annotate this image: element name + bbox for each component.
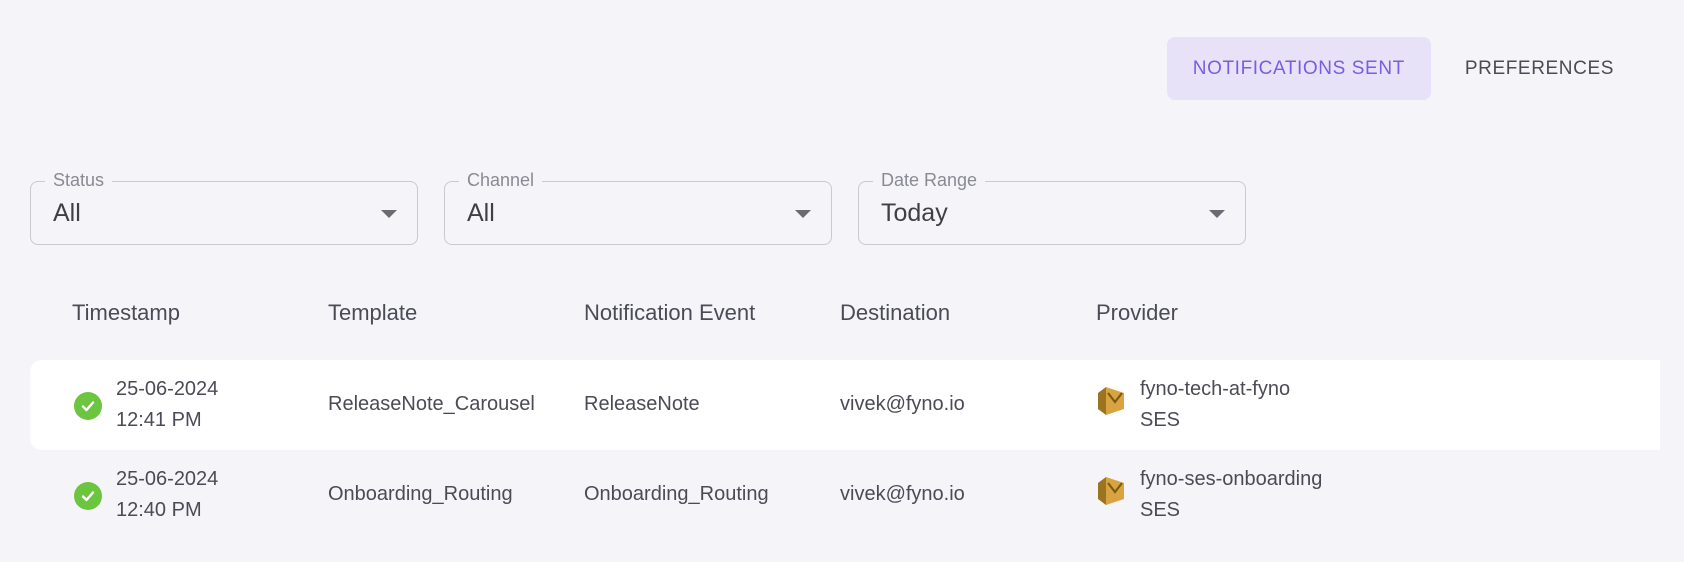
date-range-filter[interactable]: Date Range Today bbox=[858, 170, 1246, 245]
channel-filter-label: Channel bbox=[459, 170, 543, 191]
provider-type: SES bbox=[1140, 409, 1181, 431]
status-filter-label: Status bbox=[45, 170, 113, 191]
event-cell: ReleaseNote bbox=[584, 393, 700, 415]
caret-down-icon bbox=[381, 210, 397, 218]
provider-name: fyno-tech-at-fyno bbox=[1140, 378, 1291, 400]
timestamp-time: 12:41 PM bbox=[116, 409, 202, 431]
status-filter-value: All bbox=[53, 199, 81, 227]
timestamp-cell: 25-06-2024 12:41 PM bbox=[116, 374, 218, 436]
provider-name: fyno-ses-onboarding bbox=[1140, 468, 1323, 490]
channel-filter-value: All bbox=[467, 199, 495, 227]
header-provider: Provider bbox=[1096, 300, 1178, 325]
date-range-filter-label: Date Range bbox=[873, 170, 986, 191]
template-cell: ReleaseNote_Carousel bbox=[328, 393, 535, 415]
template-cell: Onboarding_Routing bbox=[328, 483, 513, 505]
header-notification-event: Notification Event bbox=[584, 300, 756, 325]
timestamp-date: 25-06-2024 bbox=[116, 468, 219, 490]
check-circle-icon bbox=[74, 392, 102, 420]
notification-logs-page: NOTIFICATIONS SENT PREFERENCES Status Al… bbox=[0, 0, 1684, 562]
provider-cell: fyno-tech-at-fyno SES bbox=[1140, 374, 1290, 436]
header-template: Template bbox=[328, 300, 418, 325]
status-filter[interactable]: Status All bbox=[30, 170, 418, 245]
provider-type: SES bbox=[1140, 499, 1181, 521]
date-range-filter-value: Today bbox=[881, 199, 948, 227]
channel-filter[interactable]: Channel All bbox=[444, 170, 832, 245]
tab-preferences[interactable]: PREFERENCES bbox=[1439, 37, 1640, 100]
tab-notifications-sent[interactable]: NOTIFICATIONS SENT bbox=[1166, 37, 1431, 100]
header-timestamp: Timestamp bbox=[72, 300, 180, 325]
header-destination: Destination bbox=[840, 300, 951, 325]
amazon-ses-icon bbox=[1096, 474, 1126, 508]
timestamp-time: 12:40 PM bbox=[116, 499, 202, 521]
table-header: Timestamp Template Notification Event De… bbox=[72, 300, 1652, 334]
amazon-ses-icon bbox=[1096, 384, 1126, 418]
timestamp-cell: 25-06-2024 12:40 PM bbox=[116, 464, 218, 526]
destination-cell: vivek@fyno.io bbox=[840, 483, 965, 505]
table-row[interactable]: 25-06-2024 12:40 PM Onboarding_Routing O… bbox=[30, 450, 1660, 540]
check-circle-icon bbox=[74, 482, 102, 510]
table-row[interactable]: 25-06-2024 12:41 PM ReleaseNote_Carousel… bbox=[30, 360, 1660, 450]
destination-cell: vivek@fyno.io bbox=[840, 393, 965, 415]
provider-cell: fyno-ses-onboarding SES bbox=[1140, 464, 1322, 526]
event-cell: Onboarding_Routing bbox=[584, 483, 769, 505]
caret-down-icon bbox=[795, 210, 811, 218]
view-tabs: NOTIFICATIONS SENT PREFERENCES bbox=[1166, 37, 1640, 100]
filters-bar: Status All Channel All Date Range Today bbox=[30, 170, 1246, 245]
caret-down-icon bbox=[1209, 210, 1225, 218]
timestamp-date: 25-06-2024 bbox=[116, 378, 219, 400]
